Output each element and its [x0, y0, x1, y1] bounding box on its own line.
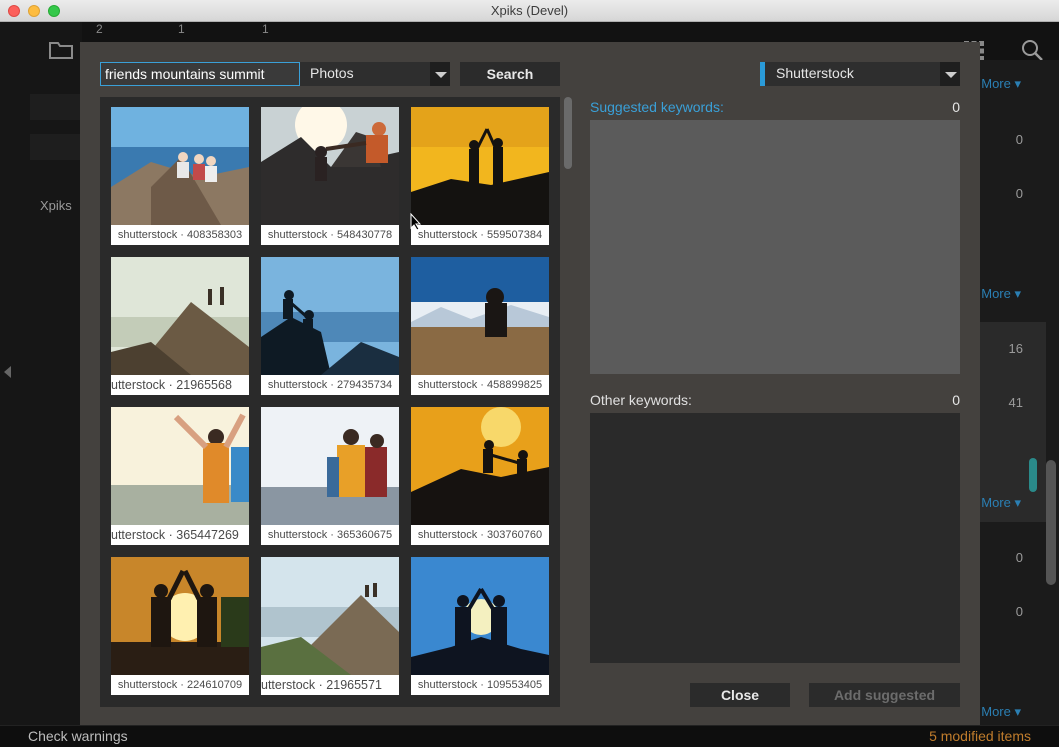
photo-climber-helping-hand: [261, 107, 399, 225]
result-thumbnail[interactable]: shutterstock · 109553405: [411, 557, 549, 695]
sidebar-label: Xpiks: [40, 198, 72, 213]
keyword-count: 0: [1015, 132, 1023, 147]
result-thumbnail[interactable]: shutterstock · 408358303: [111, 107, 249, 245]
result-thumbnail[interactable]: utterstock · 365447269: [111, 407, 249, 545]
result-caption: shutterstock · 365360675: [267, 529, 393, 541]
result-caption: shutterstock · 279435734: [267, 379, 393, 391]
photo-hands-heart-sun: [411, 557, 549, 675]
more-link[interactable]: More ▾: [981, 495, 1021, 511]
search-button[interactable]: Search: [460, 62, 560, 86]
toolbar-count: 1: [178, 22, 185, 36]
search-icon[interactable]: [1020, 38, 1044, 62]
result-thumbnail[interactable]: utterstock · 21965568: [111, 257, 249, 395]
source-selected: Shutterstock: [776, 65, 854, 81]
photo-peak-climbers-wide: [261, 557, 399, 675]
photo-type-select[interactable]: Photos: [300, 62, 450, 86]
keyword-count: 0: [1015, 604, 1023, 619]
result-thumbnail[interactable]: shutterstock · 224610709: [111, 557, 249, 695]
photo-high-five-silhouette: [411, 107, 549, 225]
result-caption: utterstock · 21965568: [111, 378, 232, 392]
photo-type-selected: Photos: [310, 65, 354, 81]
toolbar-count: 1: [262, 22, 269, 36]
chevron-down-icon[interactable]: [430, 62, 450, 86]
keyword-count: 16: [1008, 341, 1023, 356]
search-results-grid: shutterstock · 408358303 shutterstock · …: [100, 97, 560, 707]
result-thumbnail[interactable]: shutterstock · 559507384: [411, 107, 549, 245]
result-caption: shutterstock · 548430778: [267, 229, 393, 241]
keyword-count: 41: [1008, 395, 1023, 410]
close-button[interactable]: Close: [690, 683, 790, 707]
suggested-keywords-count: 0: [952, 99, 960, 115]
collapse-left-icon[interactable]: [4, 366, 11, 378]
mouse-cursor-icon: [410, 213, 422, 231]
suggested-keywords-label: Suggested keywords:: [590, 99, 724, 115]
photo-peak-two-climbers: [111, 257, 249, 375]
result-thumbnail[interactable]: shutterstock · 458899825: [411, 257, 549, 395]
maximize-window-icon[interactable]: [48, 5, 60, 17]
other-keywords-label: Other keywords:: [590, 392, 692, 408]
toolbar-count: 2: [96, 22, 103, 36]
other-keywords-count: 0: [952, 392, 960, 408]
photo-climbers-silhouette-blue: [261, 257, 399, 375]
result-caption: shutterstock · 458899825: [417, 379, 543, 391]
result-caption: shutterstock · 559507384: [417, 229, 543, 241]
result-thumbnail[interactable]: shutterstock · 303760760: [411, 407, 549, 545]
close-window-icon[interactable]: [8, 5, 20, 17]
results-scrollbar[interactable]: [564, 97, 572, 169]
photo-sunset-help-hand: [411, 407, 549, 525]
result-thumbnail[interactable]: shutterstock · 279435734: [261, 257, 399, 395]
source-select[interactable]: Shutterstock: [760, 62, 960, 86]
result-caption: utterstock · 365447269: [111, 528, 239, 542]
minimize-window-icon[interactable]: [28, 5, 40, 17]
title-bar: Xpiks (Devel): [0, 0, 1059, 22]
more-link[interactable]: More ▾: [981, 286, 1021, 302]
window-scrollbar[interactable]: [1046, 460, 1056, 585]
result-caption: shutterstock · 408358303: [117, 229, 243, 241]
photo-dog-mountain: [411, 257, 549, 375]
source-accent: [760, 62, 765, 86]
sidebar-row: [30, 134, 80, 160]
sidebar-row: [30, 94, 80, 120]
left-sidebar: [0, 22, 82, 725]
result-caption: utterstock · 21965571: [261, 678, 382, 692]
status-bar: Check warnings 5 modified items: [0, 725, 1059, 747]
window-title: Xpiks (Devel): [490, 3, 569, 18]
photo-hikers-backpacks: [261, 407, 399, 525]
more-link[interactable]: More ▾: [981, 704, 1021, 720]
keyword-suggestion-dialog: Photos Search Shutterstock shutterstock …: [80, 42, 980, 725]
artwork-scroll-thumb[interactable]: [1029, 458, 1037, 492]
folder-icon[interactable]: [48, 40, 74, 60]
app-window: Xpiks (Devel) 2 1 1 Xpiks More ▾ 0 0 Mor…: [0, 0, 1059, 747]
result-caption: shutterstock · 109553405: [417, 679, 543, 691]
result-caption: shutterstock · 303760760: [417, 529, 543, 541]
result-thumbnail[interactable]: shutterstock · 365360675: [261, 407, 399, 545]
keyword-count: 0: [1015, 550, 1023, 565]
suggested-keywords-box[interactable]: [590, 120, 960, 374]
other-keywords-box[interactable]: [590, 413, 960, 663]
photo-hikers-arms-up: [111, 407, 249, 525]
photo-friends-summit-lake: [111, 107, 249, 225]
search-input[interactable]: [100, 62, 300, 86]
add-suggested-button[interactable]: Add suggested: [809, 683, 960, 707]
keyword-count: 0: [1015, 186, 1023, 201]
modified-items-link[interactable]: 5 modified items: [929, 728, 1031, 744]
more-link[interactable]: More ▾: [981, 76, 1021, 92]
result-thumbnail[interactable]: utterstock · 21965571: [261, 557, 399, 695]
photo-sun-high-five: [111, 557, 249, 675]
chevron-down-icon[interactable]: [940, 62, 960, 86]
result-thumbnail[interactable]: shutterstock · 548430778: [261, 107, 399, 245]
check-warnings-link[interactable]: Check warnings: [28, 728, 128, 744]
result-caption: shutterstock · 224610709: [117, 679, 243, 691]
